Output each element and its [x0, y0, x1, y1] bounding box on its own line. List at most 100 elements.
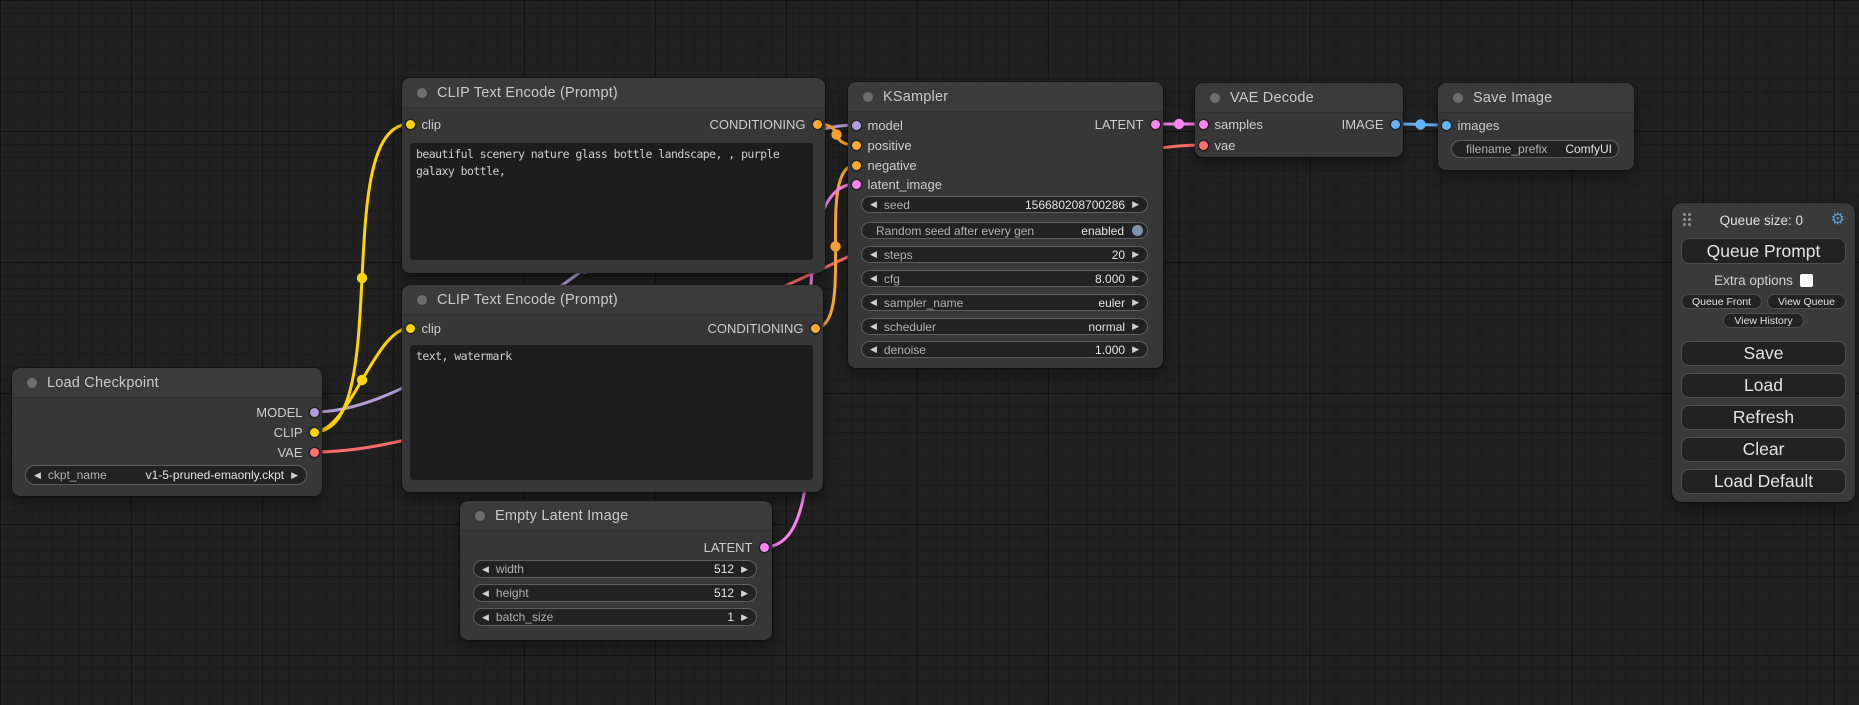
- refresh-button[interactable]: Refresh: [1681, 405, 1846, 430]
- images-input-port[interactable]: [1442, 121, 1451, 130]
- clip-input-port[interactable]: [406, 324, 415, 333]
- output-slot-CONDITIONING: CONDITIONING: [707, 320, 819, 336]
- widget-denoise[interactable]: ◀denoise1.000▶: [861, 341, 1148, 358]
- widget-ckpt-name[interactable]: ◀ckpt_namev1-5-pruned-emaonly.ckpt▶: [25, 465, 307, 485]
- widget-steps[interactable]: ◀steps20▶: [861, 246, 1148, 263]
- increment-arrow-icon[interactable]: ▶: [291, 471, 298, 480]
- node-ksampler[interactable]: KSamplermodelpositivenegativelatent_imag…: [848, 82, 1163, 368]
- input-slot-model: model: [852, 117, 903, 133]
- model-input-port[interactable]: [852, 121, 861, 130]
- decrement-arrow-icon[interactable]: ◀: [34, 471, 41, 480]
- increment-arrow-icon[interactable]: ▶: [741, 589, 748, 598]
- node-titlebar[interactable]: CLIP Text Encode (Prompt): [402, 285, 823, 315]
- collapse-dot-icon[interactable]: [475, 511, 485, 521]
- collapse-dot-icon[interactable]: [417, 295, 427, 305]
- node-empty-latent-image[interactable]: Empty Latent ImageLATENT◀width512▶◀heigh…: [460, 501, 772, 640]
- decrement-arrow-icon[interactable]: ◀: [482, 565, 489, 574]
- node-titlebar[interactable]: Save Image: [1438, 83, 1634, 113]
- widget-label: scheduler: [884, 320, 936, 334]
- extra-options-checkbox[interactable]: [1800, 274, 1813, 287]
- widget-batch-size[interactable]: ◀batch_size1▶: [473, 608, 757, 626]
- view-history-button[interactable]: View History: [1723, 313, 1803, 328]
- input-slot-images: images: [1442, 117, 1500, 133]
- increment-arrow-icon[interactable]: ▶: [1132, 200, 1139, 209]
- increment-arrow-icon[interactable]: ▶: [1132, 322, 1139, 331]
- queue-size-label: Queue size: 0: [1692, 213, 1831, 228]
- collapse-dot-icon[interactable]: [27, 378, 37, 388]
- CONDITIONING-output-port[interactable]: [813, 120, 822, 129]
- widget-sampler-name[interactable]: ◀sampler_nameeuler▶: [861, 294, 1148, 311]
- decrement-arrow-icon[interactable]: ◀: [870, 298, 877, 307]
- prompt-textarea[interactable]: text, watermark: [410, 345, 813, 480]
- increment-arrow-icon[interactable]: ▶: [741, 565, 748, 574]
- clip-input-port[interactable]: [406, 120, 415, 129]
- node-title: CLIP Text Encode (Prompt): [437, 85, 618, 101]
- increment-arrow-icon[interactable]: ▶: [1132, 274, 1139, 283]
- increment-arrow-icon[interactable]: ▶: [1132, 298, 1139, 307]
- CONDITIONING-output-port[interactable]: [811, 324, 820, 333]
- node-save-image[interactable]: Save Image images filename_prefixComfyUI: [1438, 83, 1634, 170]
- node-titlebar[interactable]: CLIP Text Encode (Prompt): [402, 78, 825, 108]
- toggle-dot-icon[interactable]: [1132, 225, 1143, 236]
- VAE-output-port[interactable]: [310, 448, 319, 457]
- drag-handle-icon[interactable]: [1683, 213, 1692, 227]
- save-button[interactable]: Save: [1681, 341, 1846, 366]
- node-vae-decode[interactable]: VAE DecodesamplesvaeIMAGE: [1195, 83, 1403, 157]
- vae-input-port[interactable]: [1199, 141, 1208, 150]
- samples-input-port[interactable]: [1199, 120, 1208, 129]
- positive-input-port[interactable]: [852, 141, 861, 150]
- widget-filename-prefix[interactable]: filename_prefixComfyUI: [1451, 140, 1619, 158]
- widget-seed[interactable]: ◀seed156680208700286▶: [861, 196, 1148, 213]
- clear-button[interactable]: Clear: [1681, 437, 1846, 462]
- node-clip-text-encode-positive[interactable]: CLIP Text Encode (Prompt)clipCONDITIONIN…: [402, 78, 825, 273]
- output-slot-MODEL: MODEL: [256, 404, 318, 420]
- node-title: Load Checkpoint: [47, 375, 159, 391]
- increment-arrow-icon[interactable]: ▶: [1132, 345, 1139, 354]
- increment-arrow-icon[interactable]: ▶: [741, 613, 748, 622]
- decrement-arrow-icon[interactable]: ◀: [482, 589, 489, 598]
- widget-scheduler[interactable]: ◀schedulernormal▶: [861, 318, 1148, 335]
- load-default-button[interactable]: Load Default: [1681, 469, 1846, 494]
- decrement-arrow-icon[interactable]: ◀: [870, 322, 877, 331]
- decrement-arrow-icon[interactable]: ◀: [482, 613, 489, 622]
- output-slot-CLIP: CLIP: [274, 424, 319, 440]
- widget-random-seed-after-every-gen[interactable]: Random seed after every genenabled: [861, 222, 1148, 239]
- node-clip-text-encode-negative[interactable]: CLIP Text Encode (Prompt)clipCONDITIONIN…: [402, 285, 823, 492]
- collapse-dot-icon[interactable]: [1453, 93, 1463, 103]
- widget-cfg[interactable]: ◀cfg8.000▶: [861, 270, 1148, 287]
- prompt-textarea[interactable]: beautiful scenery nature glass bottle la…: [410, 143, 813, 260]
- settings-gear-icon[interactable]: ⚙: [1831, 212, 1845, 228]
- negative-input-port[interactable]: [852, 161, 861, 170]
- output-slot-label: CLIP: [274, 425, 303, 440]
- decrement-arrow-icon[interactable]: ◀: [870, 274, 877, 283]
- widget-height[interactable]: ◀height512▶: [473, 584, 757, 602]
- decrement-arrow-icon[interactable]: ◀: [870, 250, 877, 259]
- queue-prompt-button[interactable]: Queue Prompt: [1681, 238, 1846, 264]
- IMAGE-output-port[interactable]: [1391, 120, 1400, 129]
- decrement-arrow-icon[interactable]: ◀: [870, 200, 877, 209]
- decrement-arrow-icon[interactable]: ◀: [870, 345, 877, 354]
- node-titlebar[interactable]: KSampler: [848, 82, 1163, 112]
- CLIP-output-port[interactable]: [310, 428, 319, 437]
- node-load-checkpoint[interactable]: Load CheckpointMODELCLIPVAE◀ckpt_namev1-…: [12, 368, 322, 496]
- collapse-dot-icon[interactable]: [1210, 93, 1220, 103]
- node-titlebar[interactable]: Empty Latent Image: [460, 501, 772, 531]
- LATENT-output-port[interactable]: [760, 543, 769, 552]
- input-slot-label: vae: [1215, 138, 1236, 153]
- node-titlebar[interactable]: VAE Decode: [1195, 83, 1403, 113]
- graph-canvas[interactable]: { "colors": { "MODEL": "#B39DDB", "CLIP"…: [0, 0, 1859, 705]
- MODEL-output-port[interactable]: [310, 408, 319, 417]
- collapse-dot-icon[interactable]: [417, 88, 427, 98]
- view-queue-button[interactable]: View Queue: [1767, 294, 1846, 309]
- widget-width[interactable]: ◀width512▶: [473, 560, 757, 578]
- collapse-dot-icon[interactable]: [863, 92, 873, 102]
- node-titlebar[interactable]: Load Checkpoint: [12, 368, 322, 398]
- LATENT-output-port[interactable]: [1151, 120, 1160, 129]
- latent_image-input-port[interactable]: [852, 180, 861, 189]
- input-slot-label: model: [868, 118, 903, 133]
- increment-arrow-icon[interactable]: ▶: [1132, 250, 1139, 259]
- input-slot-clip: clip: [406, 116, 442, 132]
- load-button[interactable]: Load: [1681, 373, 1846, 398]
- queue-front-button[interactable]: Queue Front: [1681, 294, 1762, 309]
- input-slot-label: positive: [868, 138, 912, 153]
